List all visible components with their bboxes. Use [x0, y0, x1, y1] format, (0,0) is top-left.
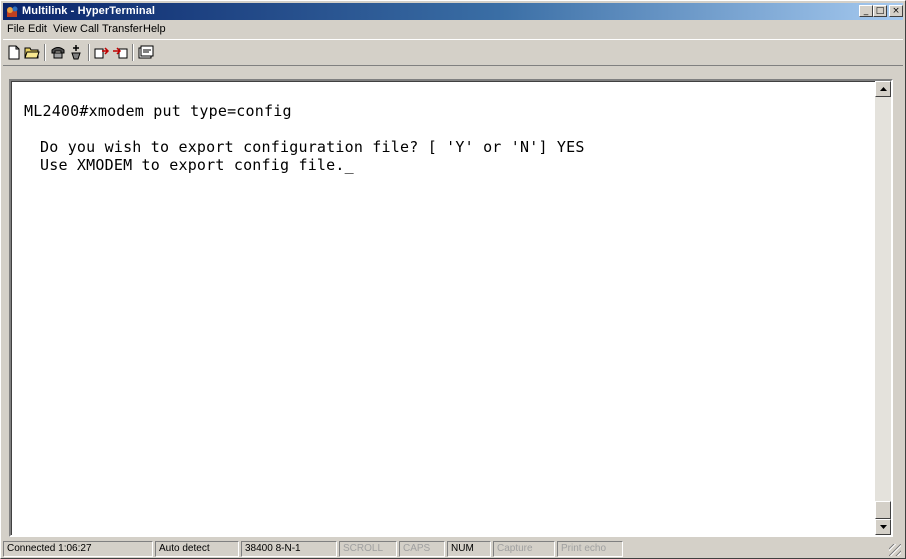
toolbar-separator	[132, 44, 134, 61]
properties-icon[interactable]	[137, 43, 155, 61]
hyperterminal-app-icon	[6, 5, 19, 17]
toolbar	[3, 39, 903, 66]
vertical-scrollbar[interactable]	[875, 81, 891, 535]
maximize-button[interactable]: □	[873, 5, 887, 17]
terminal-line: Do you wish to export configuration file…	[40, 138, 585, 156]
status-print-echo: Print echo	[557, 541, 623, 557]
new-document-icon[interactable]	[5, 43, 23, 61]
scroll-up-button[interactable]	[875, 81, 891, 97]
menu-edit[interactable]: Edit	[28, 23, 47, 35]
hyperterminal-window: Multilink - HyperTerminal _ □ × File Edi…	[0, 0, 906, 559]
toolbar-separator	[44, 44, 46, 61]
status-caps: CAPS	[399, 541, 445, 557]
menu-call[interactable]: Call	[80, 23, 99, 35]
menu-bar: File Edit View Call Transfer Help	[3, 21, 903, 38]
status-scroll: SCROLL	[339, 541, 397, 557]
status-capture: Capture	[493, 541, 555, 557]
status-connection-time: Connected 1:06:27	[3, 541, 153, 557]
disconnect-icon[interactable]	[67, 43, 85, 61]
resize-grip[interactable]	[889, 544, 901, 556]
status-port-settings: 38400 8-N-1	[241, 541, 337, 557]
terminal-line: ML2400#xmodem put type=config	[24, 102, 292, 120]
scroll-down-button[interactable]	[875, 519, 891, 535]
menu-help[interactable]: Help	[143, 23, 166, 35]
window-title: Multilink - HyperTerminal	[22, 5, 156, 17]
terminal-line: Use XMODEM to export config file._	[40, 156, 354, 174]
menu-file[interactable]: File	[7, 23, 25, 35]
call-phone-icon[interactable]	[49, 43, 67, 61]
open-folder-icon[interactable]	[23, 43, 41, 61]
menu-transfer[interactable]: Transfer	[102, 23, 143, 35]
title-bar[interactable]: Multilink - HyperTerminal _ □ ×	[3, 3, 903, 20]
send-file-icon[interactable]	[93, 43, 111, 61]
scroll-thumb[interactable]	[875, 501, 891, 519]
status-bar: Connected 1:06:27 Auto detect 38400 8-N-…	[3, 540, 903, 558]
status-num: NUM	[447, 541, 491, 557]
minimize-button[interactable]: _	[859, 5, 873, 17]
terminal-screen[interactable]: ML2400#xmodem put type=config Do you wis…	[11, 81, 875, 535]
close-button[interactable]: ×	[889, 5, 903, 17]
toolbar-separator	[88, 44, 90, 61]
menu-view[interactable]: View	[53, 23, 77, 35]
status-detect: Auto detect	[155, 541, 239, 557]
receive-file-icon[interactable]	[111, 43, 129, 61]
